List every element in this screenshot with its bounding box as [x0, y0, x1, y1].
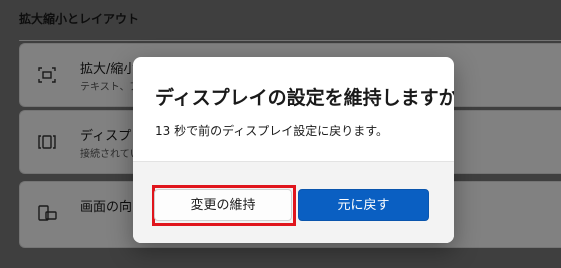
dialog-footer: 変更の維持 元に戻す: [133, 161, 454, 243]
keep-changes-button[interactable]: 変更の維持: [154, 189, 292, 221]
keep-display-settings-dialog: ディスプレイの設定を維持しますか? 13 秒で前のディスプレイ設定に戻ります。 …: [133, 57, 454, 243]
dialog-countdown-message: 13 秒で前のディスプレイ設定に戻ります。: [155, 124, 389, 138]
dialog-title: ディスプレイの設定を維持しますか?: [155, 87, 454, 109]
revert-button[interactable]: 元に戻す: [298, 189, 429, 221]
